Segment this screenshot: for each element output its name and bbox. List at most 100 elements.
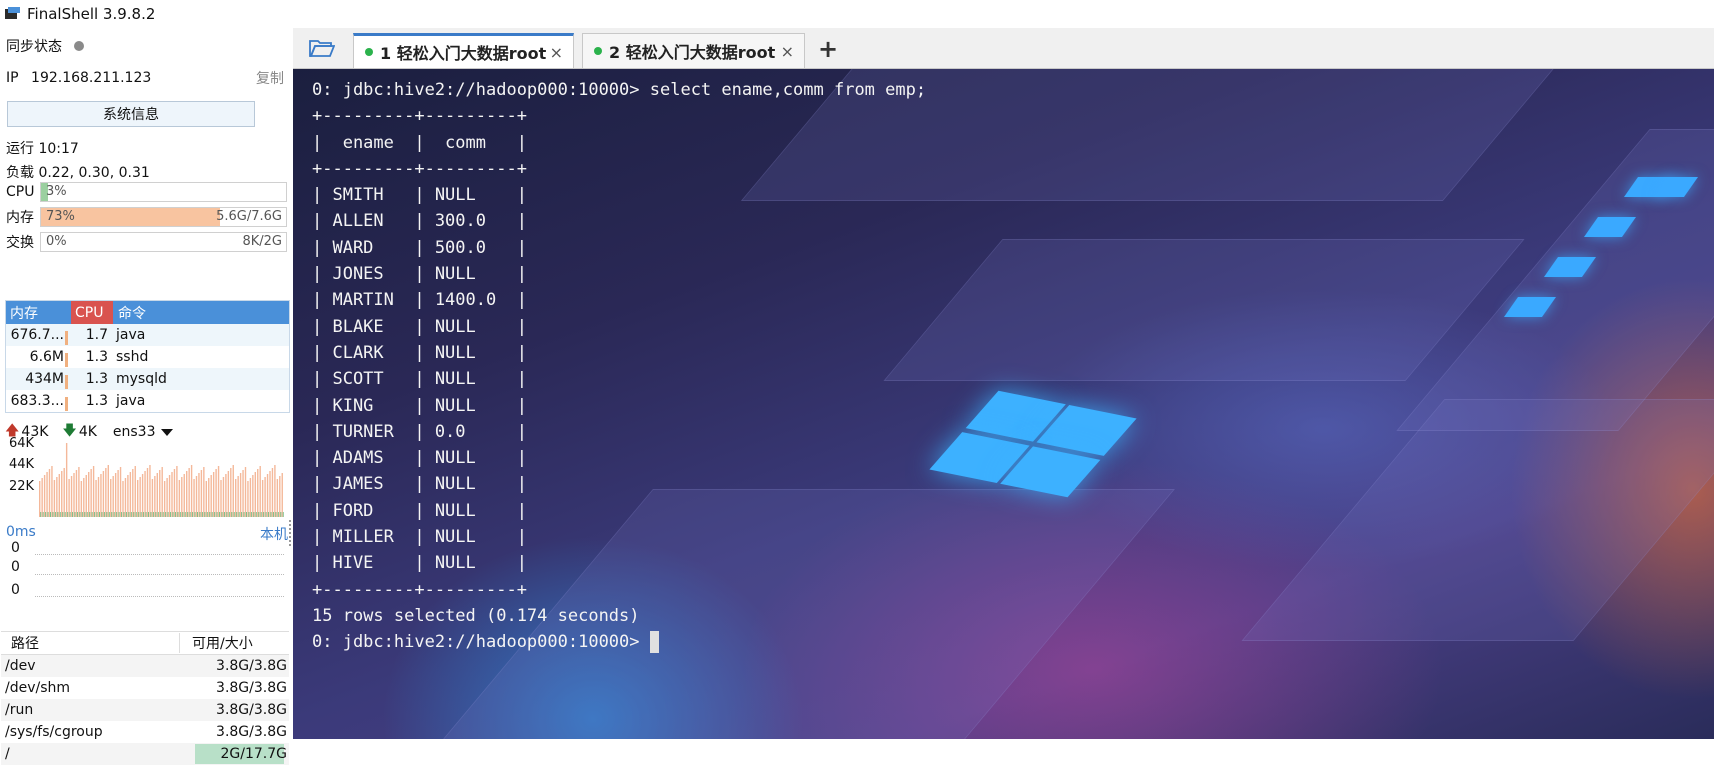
disk-path: /dev bbox=[5, 658, 36, 674]
network-download-bar bbox=[194, 512, 196, 517]
ping-value-1: 0 bbox=[11, 540, 20, 556]
process-command: java bbox=[116, 327, 146, 343]
process-col-command[interactable]: 命令 bbox=[113, 303, 146, 323]
system-info-button[interactable]: 系统信息 bbox=[7, 101, 255, 127]
network-upload-bar bbox=[176, 466, 178, 517]
cpu-meter-percent: 3% bbox=[46, 184, 67, 199]
network-upload-bar bbox=[156, 473, 158, 517]
ping-gridline bbox=[35, 596, 284, 597]
sync-status-dot-icon bbox=[74, 41, 84, 51]
memory-meter-row: 内存 73% 5.6G/7.6G bbox=[6, 207, 287, 227]
terminal-pane[interactable]: 0: jdbc:hive2://hadoop000:10000> select … bbox=[293, 69, 1714, 739]
network-download-bar bbox=[84, 512, 86, 517]
tab-close-icon[interactable]: × bbox=[550, 43, 563, 62]
network-upload-bar bbox=[205, 481, 207, 517]
network-download-bar bbox=[128, 512, 130, 517]
network-download-bar bbox=[253, 512, 255, 517]
network-traffic-bars bbox=[39, 443, 284, 517]
network-download-bar bbox=[123, 512, 125, 517]
disk-row[interactable]: /run 3.8G/3.8G bbox=[1, 699, 289, 721]
disk-size: 2G/17.7G bbox=[220, 746, 288, 762]
network-download-bar bbox=[96, 512, 98, 517]
network-upload-bar bbox=[264, 477, 266, 517]
disk-row[interactable]: / 2G/17.7G bbox=[1, 743, 289, 765]
network-upload-bar bbox=[132, 469, 134, 517]
network-upload-bar bbox=[161, 467, 163, 517]
network-download-bar bbox=[113, 512, 115, 517]
network-upload-bar bbox=[220, 480, 222, 517]
disk-path: /dev/shm bbox=[5, 680, 71, 696]
network-download-bar bbox=[270, 512, 272, 517]
network-interface-select[interactable]: ens33 bbox=[113, 424, 173, 440]
network-download-bar bbox=[187, 512, 189, 517]
folder-open-icon[interactable] bbox=[309, 38, 335, 58]
network-upload-bar bbox=[92, 466, 95, 517]
network-download-bar bbox=[275, 512, 277, 517]
network-upload-bar bbox=[212, 472, 215, 517]
disk-row[interactable]: /dev 3.8G/3.8G bbox=[1, 655, 289, 677]
network-download-bar bbox=[116, 512, 118, 517]
network-upload-bar bbox=[183, 474, 185, 517]
network-upload-bar bbox=[58, 474, 60, 517]
process-command: java bbox=[116, 393, 146, 409]
network-upload-bar bbox=[85, 475, 87, 517]
disk-table-header: 路径 可用/大小 bbox=[1, 632, 289, 655]
wallpaper-shape bbox=[1241, 399, 1714, 641]
ping-value-3: 0 bbox=[11, 582, 20, 598]
network-upload-bar bbox=[230, 468, 232, 517]
disk-path: /run bbox=[5, 702, 34, 718]
network-download-bar bbox=[182, 512, 184, 517]
network-upload-bar bbox=[43, 475, 46, 517]
process-col-memory[interactable]: 内存 bbox=[6, 303, 71, 323]
network-download-bar bbox=[162, 512, 164, 517]
cpu-meter-row: CPU 3% bbox=[6, 182, 287, 202]
disk-col-size[interactable]: 可用/大小 bbox=[180, 633, 253, 653]
disk-row[interactable]: /dev/shm 3.8G/3.8G bbox=[1, 677, 289, 699]
tab-close-icon[interactable]: × bbox=[781, 42, 794, 61]
disk-path: /sys/fs/cgroup bbox=[5, 724, 103, 740]
tab-session-1[interactable]: 1 轻松入门大数据root × bbox=[353, 33, 574, 68]
tab-session-2[interactable]: 2 轻松入门大数据root × bbox=[582, 33, 805, 68]
network-download-bar bbox=[152, 512, 154, 517]
network-upload-bar bbox=[159, 470, 161, 517]
process-table-body: 676.7... 1.7 java 6.6M 1.3 sshd 434M 1.3 mysqld 6… bbox=[6, 324, 289, 412]
network-upload-bar bbox=[41, 478, 43, 517]
network-download-bar bbox=[57, 512, 59, 517]
network-upload-bar bbox=[271, 468, 274, 517]
network-upload-bar bbox=[269, 471, 271, 517]
network-upload-bar bbox=[166, 478, 168, 517]
process-row[interactable]: 683.3... 1.3 java bbox=[6, 390, 289, 412]
disk-size: 3.8G/3.8G bbox=[216, 724, 287, 740]
network-download-bar bbox=[246, 512, 247, 517]
network-download-bar bbox=[62, 512, 64, 517]
network-download-bar bbox=[265, 512, 267, 517]
network-upload-bar bbox=[239, 473, 242, 517]
network-download-bar bbox=[214, 512, 216, 517]
network-download-bar bbox=[94, 512, 96, 517]
process-col-cpu[interactable]: CPU bbox=[71, 301, 113, 324]
network-y-label-top: 64K bbox=[9, 436, 35, 451]
network-download-bar bbox=[248, 512, 250, 517]
network-download-bar bbox=[74, 512, 76, 517]
process-row[interactable]: 676.7... 1.7 java bbox=[6, 324, 289, 346]
disk-col-path[interactable]: 路径 bbox=[1, 633, 180, 653]
disk-table-body: /dev 3.8G/3.8G/dev/shm 3.8G/3.8G/run 3.8G/3… bbox=[1, 655, 289, 765]
network-upload-bar bbox=[146, 468, 149, 517]
terminal-output: 0: jdbc:hive2://hadoop000:10000> select … bbox=[312, 77, 926, 656]
ping-chart: 0 0 0 bbox=[5, 540, 288, 614]
process-row[interactable]: 434M 1.3 mysqld bbox=[6, 368, 289, 390]
network-upload-bar bbox=[56, 477, 58, 517]
network-download-bar bbox=[282, 512, 284, 517]
process-row[interactable]: 6.6M 1.3 sshd bbox=[6, 346, 289, 368]
copy-ip-button[interactable]: 复制 bbox=[256, 68, 284, 88]
disk-row[interactable]: /sys/fs/cgroup 3.8G/3.8G bbox=[1, 721, 289, 743]
network-download-bar bbox=[233, 512, 235, 517]
network-upload-bar bbox=[73, 473, 75, 517]
network-upload-bar bbox=[168, 475, 171, 517]
process-memory: 434M bbox=[6, 371, 68, 389]
add-tab-button[interactable]: + bbox=[818, 35, 838, 63]
network-upload-bar bbox=[127, 475, 129, 517]
network-download-bar bbox=[99, 512, 100, 517]
network-upload-bar bbox=[122, 481, 124, 517]
ping-gridline bbox=[35, 574, 284, 575]
